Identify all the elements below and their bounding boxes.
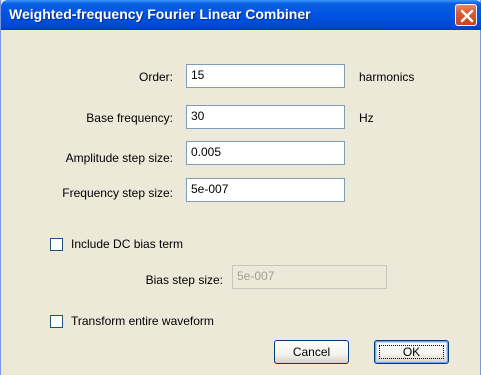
order-field[interactable]: 15 xyxy=(186,64,345,88)
cancel-button[interactable]: Cancel xyxy=(274,340,349,364)
focus-rect xyxy=(379,345,444,359)
transform-checkbox[interactable] xyxy=(50,315,63,328)
order-label: Order: xyxy=(138,70,173,84)
frequency-step-field[interactable]: 5e-007 xyxy=(186,178,345,202)
bias-step-label: Bias step size: xyxy=(145,273,223,287)
transform-label[interactable]: Transform entire waveform xyxy=(71,314,214,328)
dialog-window: Weighted-frequency Fourier Linear Combin… xyxy=(0,0,481,375)
dc-bias-checkbox[interactable] xyxy=(50,238,63,251)
close-icon xyxy=(460,9,474,23)
amplitude-step-field[interactable]: 0.005 xyxy=(186,141,345,165)
order-unit: harmonics xyxy=(359,70,415,84)
base-frequency-field[interactable]: 30 xyxy=(186,105,345,129)
base-frequency-label: Base frequency: xyxy=(86,111,173,125)
base-frequency-unit: Hz xyxy=(359,111,374,125)
amplitude-step-label: Amplitude step size: xyxy=(65,151,173,165)
title-bar[interactable]: Weighted-frequency Fourier Linear Combin… xyxy=(1,0,481,30)
ok-button[interactable]: OK xyxy=(374,340,449,364)
window-title: Weighted-frequency Fourier Linear Combin… xyxy=(9,6,311,22)
close-button[interactable] xyxy=(455,4,477,26)
frequency-step-label: Frequency step size: xyxy=(62,186,173,200)
dc-bias-label[interactable]: Include DC bias term xyxy=(71,237,183,251)
bias-step-field: 5e-007 xyxy=(232,265,387,289)
